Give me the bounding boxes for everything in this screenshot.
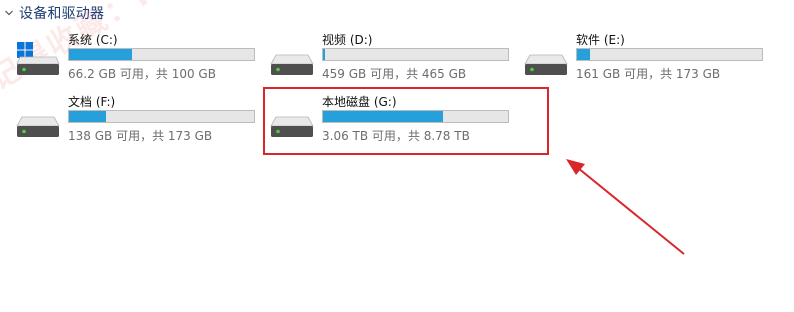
drive-tile-f[interactable]: 文档 (F:) 138 GB 可用，共 173 GB (16, 93, 266, 147)
hard-drive-icon (270, 41, 314, 77)
drive-usage-bar (576, 48, 763, 61)
windows-drive-icon (16, 41, 60, 77)
file-explorer-this-pc: 记得收藏：Hybase.com 设备和驱动器 系统 (C:) 66.2 G (0, 0, 794, 312)
drive-space-text: 459 GB 可用，共 465 GB (322, 67, 467, 81)
drive-usage-bar (68, 110, 255, 123)
drive-name: 本地磁盘 (G:) (322, 95, 397, 109)
section-title: 设备和驱动器 (19, 6, 105, 22)
drive-tile-c[interactable]: 系统 (C:) 66.2 GB 可用，共 100 GB (16, 31, 266, 85)
drive-usage-fill (577, 49, 590, 60)
drive-usage-fill (323, 49, 326, 60)
drive-tile-g[interactable]: 本地磁盘 (G:) 3.06 TB 可用，共 8.78 TB (270, 93, 520, 147)
drive-usage-bar (322, 110, 509, 123)
drive-name: 视频 (D:) (322, 33, 373, 47)
drive-name: 文档 (F:) (68, 95, 116, 109)
hard-drive-icon (524, 41, 568, 77)
drive-usage-bar (68, 48, 255, 61)
drive-tile-e[interactable]: 软件 (E:) 161 GB 可用，共 173 GB (524, 31, 774, 85)
drive-space-text: 3.06 TB 可用，共 8.78 TB (322, 129, 470, 143)
hard-drive-icon (270, 103, 314, 139)
hard-drive-icon (16, 103, 60, 139)
drive-usage-fill (69, 49, 132, 60)
drive-space-text: 66.2 GB 可用，共 100 GB (68, 67, 216, 81)
devices-and-drives-header[interactable]: 设备和驱动器 (2, 2, 104, 24)
drive-space-text: 138 GB 可用，共 173 GB (68, 129, 213, 143)
drive-name: 系统 (C:) (68, 33, 118, 47)
drive-usage-fill (69, 111, 107, 122)
chevron-down-icon[interactable] (2, 2, 16, 24)
drive-usage-fill (323, 111, 444, 122)
drive-name: 软件 (E:) (576, 33, 625, 47)
drive-usage-bar (322, 48, 509, 61)
drive-space-text: 161 GB 可用，共 173 GB (576, 67, 721, 81)
drive-tile-d[interactable]: 视频 (D:) 459 GB 可用，共 465 GB (270, 31, 520, 85)
